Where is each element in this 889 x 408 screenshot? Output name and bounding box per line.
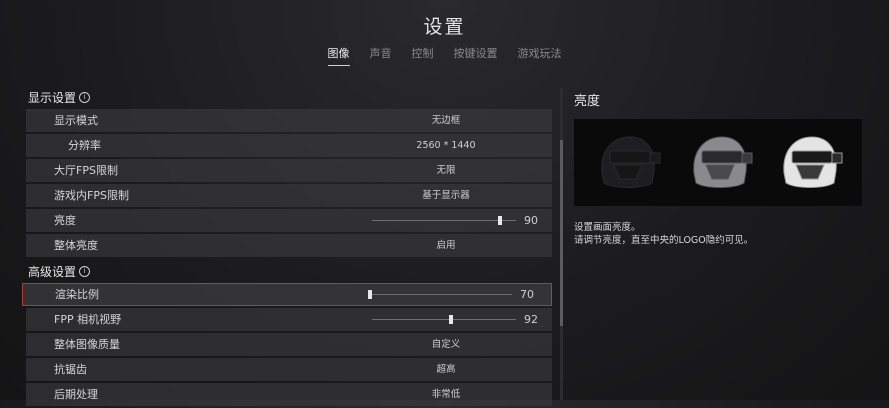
settings-tabs: 图像 声音 控制 按键设置 游戏玩法 <box>0 45 889 66</box>
setting-label: 渲染比例 <box>55 288 99 301</box>
slider-handle[interactable] <box>368 290 372 299</box>
tab-keybindings[interactable]: 按键设置 <box>454 45 498 66</box>
setting-row-antialiasing[interactable]: 抗锯齿 超高 <box>26 358 552 381</box>
tab-gameplay[interactable]: 游戏玩法 <box>518 45 562 66</box>
helmet-logo-icon <box>693 136 753 188</box>
preview-description: 设置画面亮度。 <box>574 222 641 233</box>
slider-value: 70 <box>520 288 534 301</box>
info-icon[interactable]: i <box>79 265 91 277</box>
setting-label: 显示模式 <box>54 114 98 127</box>
setting-label: 亮度 <box>54 214 76 227</box>
setting-row-overall-quality[interactable]: 整体图像质量 自定义 <box>26 333 552 356</box>
setting-value[interactable]: 启用 <box>336 234 556 257</box>
setting-label: 大厅FPS限制 <box>54 164 118 177</box>
section-display-heading: 显示设置 <box>28 90 77 105</box>
setting-label: 整体图像质量 <box>54 338 120 351</box>
setting-row-render-scale[interactable]: 渲染比例 70 <box>22 283 552 306</box>
setting-row-resolution[interactable]: 分辨率 2560 * 1440 <box>26 134 552 157</box>
preview-instruction: 请调节亮度，直至中央的LOGO隐约可见。 <box>574 235 754 246</box>
tab-graphics[interactable]: 图像 <box>327 45 350 66</box>
setting-row-display-mode[interactable]: 显示模式 无边框 <box>26 109 552 132</box>
slider-handle[interactable] <box>498 216 502 225</box>
tab-controls[interactable]: 控制 <box>412 45 434 66</box>
setting-label: 游戏内FPS限制 <box>54 189 129 202</box>
setting-row-brightness[interactable]: 亮度 90 <box>26 209 552 232</box>
helmet-logo-icon <box>783 136 843 188</box>
helmet-logo-icon <box>601 136 661 188</box>
setting-row-ingame-fps[interactable]: 游戏内FPS限制 基于显示器 <box>26 184 552 207</box>
scrollbar-thumb[interactable] <box>560 140 563 326</box>
setting-value[interactable]: 非常低 <box>336 383 556 406</box>
section-advanced: 高级设置 i <box>22 259 554 283</box>
setting-value[interactable]: 超高 <box>336 358 556 381</box>
setting-row-lobby-fps[interactable]: 大厅FPS限制 无限 <box>26 159 552 182</box>
setting-label: 抗锯齿 <box>54 363 87 376</box>
setting-label: 后期处理 <box>54 388 98 401</box>
setting-value[interactable]: 2560 * 1440 <box>336 134 556 157</box>
setting-label: 整体亮度 <box>54 239 98 252</box>
setting-label: 分辨率 <box>68 139 101 152</box>
setting-row-fpp-fov[interactable]: FPP 相机视野 92 <box>26 308 552 331</box>
page-title: 设置 <box>423 16 466 38</box>
brightness-slider[interactable] <box>372 216 516 225</box>
setting-row-overall-brightness[interactable]: 整体亮度 启用 <box>26 234 552 257</box>
setting-row-post-processing[interactable]: 后期处理 非常低 <box>26 383 552 406</box>
setting-value[interactable]: 无限 <box>336 159 556 182</box>
brightness-preview <box>574 119 862 206</box>
settings-list: 显示设置 i 显示模式 无边框 分辨率 2560 * 1440 大厅FPS限制 … <box>22 85 554 408</box>
section-display: 显示设置 i <box>22 85 554 109</box>
fov-slider[interactable] <box>372 315 516 324</box>
slider-value: 90 <box>524 214 538 227</box>
slider-value: 92 <box>524 313 538 326</box>
slider-handle[interactable] <box>449 315 453 324</box>
section-advanced-heading: 高级设置 <box>28 264 77 279</box>
setting-value[interactable]: 自定义 <box>336 333 556 356</box>
setting-value[interactable]: 无边框 <box>336 109 556 132</box>
tab-sound[interactable]: 声音 <box>370 45 392 66</box>
setting-value[interactable]: 基于显示器 <box>336 184 556 207</box>
info-icon[interactable]: i <box>79 91 91 103</box>
preview-title: 亮度 <box>574 94 601 109</box>
render-scale-slider[interactable] <box>368 290 512 299</box>
setting-label: FPP 相机视野 <box>54 313 122 326</box>
